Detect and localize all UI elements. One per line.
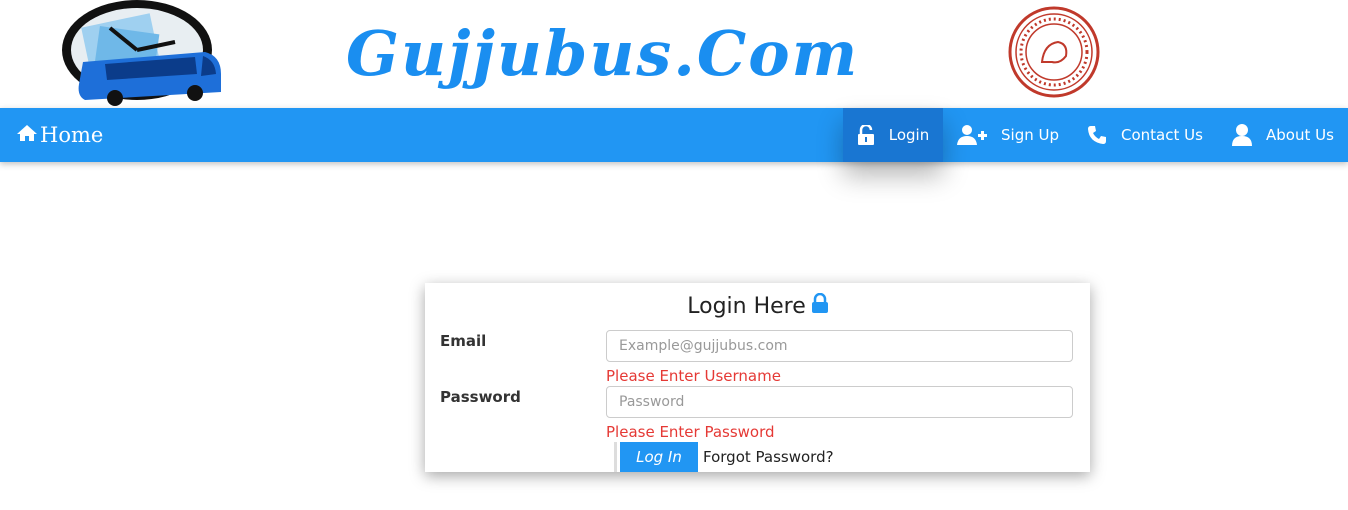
nav-signup[interactable]: Sign Up bbox=[957, 108, 1059, 162]
login-title-text: Login Here bbox=[687, 293, 806, 319]
nav-signup-label: Sign Up bbox=[1001, 126, 1059, 144]
nav-home[interactable]: Home bbox=[16, 108, 103, 162]
email-error: Please Enter Username bbox=[606, 367, 781, 385]
form-actions: Log In Forgot Password? bbox=[614, 442, 834, 472]
password-error: Please Enter Password bbox=[606, 423, 775, 441]
nav-home-label: Home bbox=[40, 123, 104, 147]
gujarat-seal-emblem bbox=[1008, 6, 1100, 98]
home-icon bbox=[16, 123, 40, 147]
lock-icon bbox=[806, 292, 828, 319]
nav-about-label: About Us bbox=[1266, 126, 1334, 144]
login-card: Login Here Email Please Enter Username P… bbox=[425, 283, 1090, 472]
nav-contact-label: Contact Us bbox=[1121, 126, 1203, 144]
nav-about[interactable]: About Us bbox=[1232, 108, 1334, 162]
header: Gujjubus.Com bbox=[0, 0, 1348, 108]
nav-login[interactable]: Login bbox=[843, 108, 943, 162]
nav-login-label: Login bbox=[888, 126, 930, 144]
email-label: Email bbox=[440, 332, 487, 350]
phone-icon bbox=[1087, 125, 1107, 145]
nav-contact[interactable]: Contact Us bbox=[1087, 108, 1203, 162]
navbar: Home Login Sign Up Contact Us About Us bbox=[0, 108, 1348, 162]
unlock-icon bbox=[857, 125, 875, 145]
password-label: Password bbox=[440, 388, 521, 406]
email-field[interactable] bbox=[606, 330, 1073, 362]
login-title: Login Here bbox=[425, 292, 1090, 319]
login-button[interactable]: Log In bbox=[620, 442, 698, 472]
password-field[interactable] bbox=[606, 386, 1073, 418]
forgot-password-link[interactable]: Forgot Password? bbox=[703, 448, 834, 466]
add-user-icon bbox=[957, 125, 987, 145]
site-title: Gujjubus.Com bbox=[346, 17, 860, 90]
user-icon bbox=[1232, 124, 1252, 146]
bus-clock-logo[interactable] bbox=[55, 0, 230, 108]
